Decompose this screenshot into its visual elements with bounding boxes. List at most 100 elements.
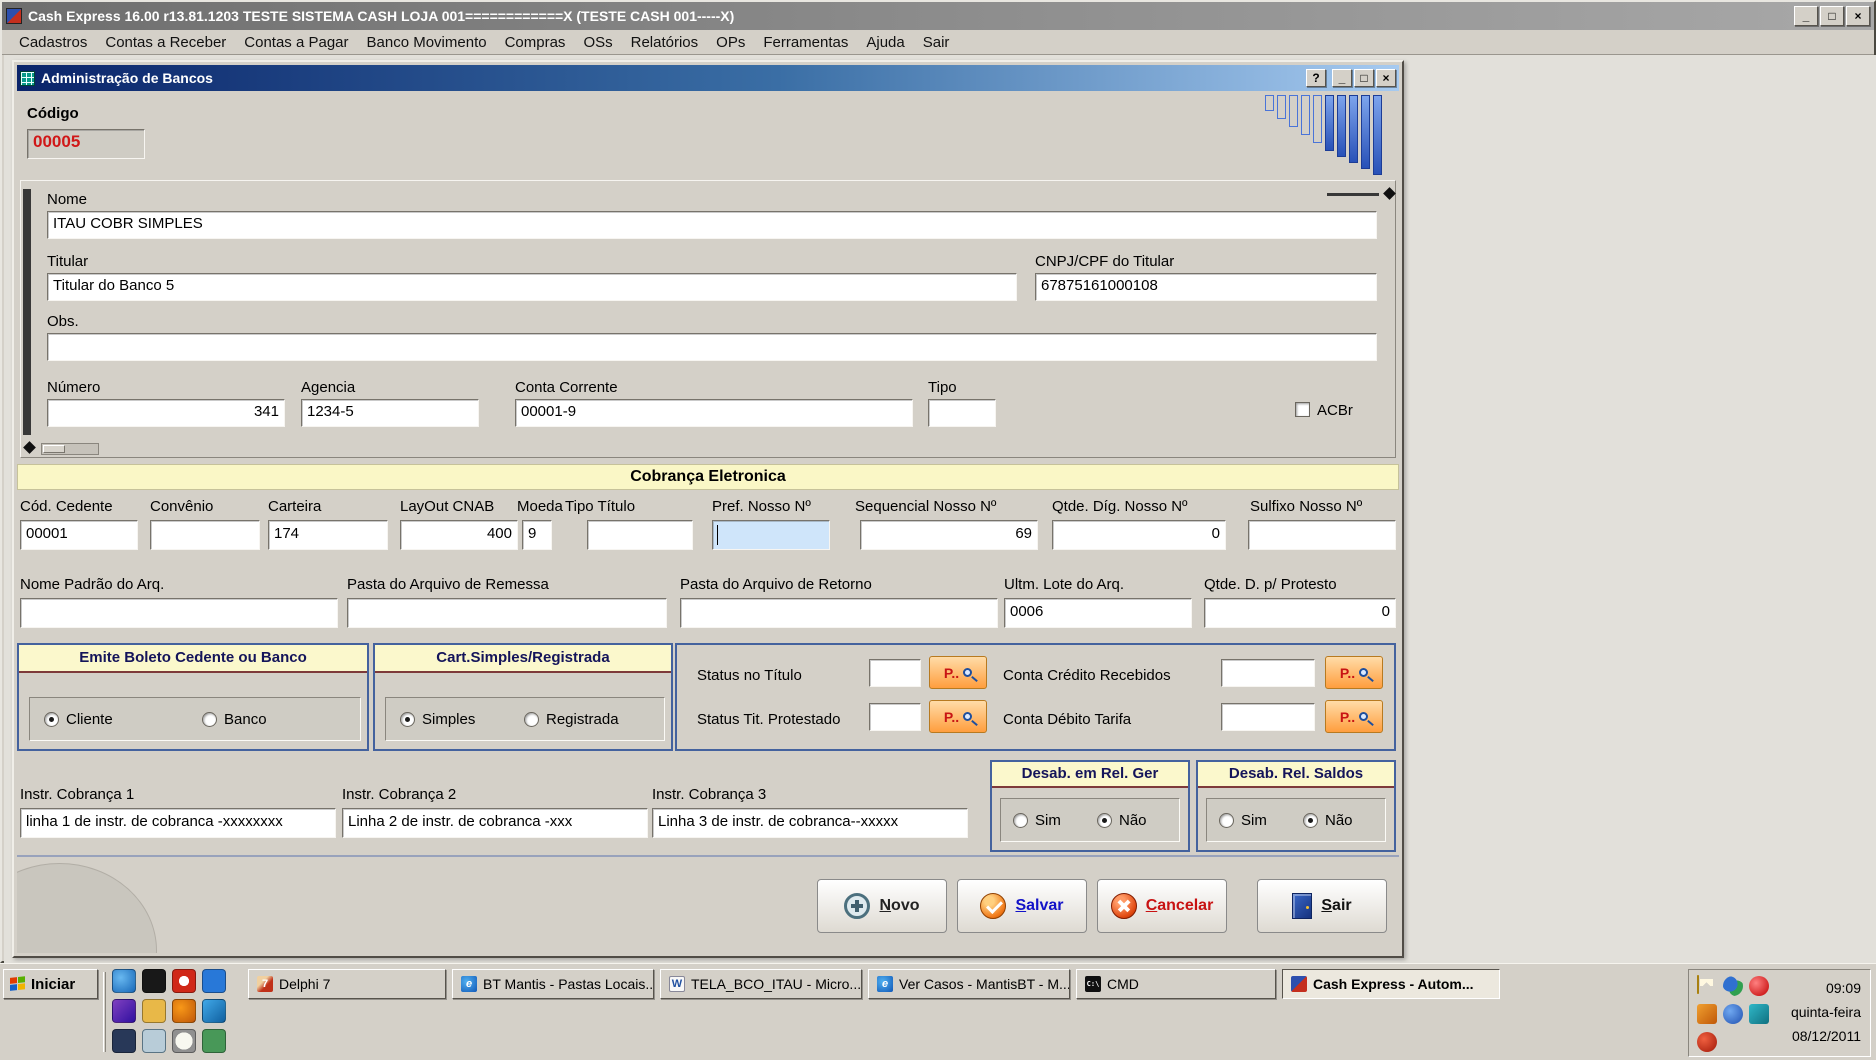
tray-teal-icon[interactable] bbox=[1749, 1004, 1769, 1024]
novo-button[interactable]: Novo bbox=[817, 879, 947, 933]
codigo-field[interactable]: 00005 bbox=[27, 129, 145, 159]
close-button[interactable]: × bbox=[1846, 6, 1870, 26]
cnpj-field[interactable]: 67875161000108 bbox=[1035, 273, 1377, 301]
tipo-titulo-field[interactable] bbox=[587, 520, 693, 550]
dialog-close-button[interactable]: × bbox=[1376, 69, 1396, 87]
menu-item-contas-a-pagar[interactable]: Contas a Pagar bbox=[235, 31, 357, 54]
radio-desab-rel-sim[interactable] bbox=[1013, 813, 1028, 828]
quicklaunch-player-icon[interactable] bbox=[172, 999, 196, 1023]
task-button-bt-mantis[interactable]: e BT Mantis - Pastas Locais... bbox=[452, 969, 654, 999]
mini-horizontal-scrollbar[interactable] bbox=[41, 443, 99, 455]
quicklaunch-divider[interactable] bbox=[103, 972, 106, 1052]
radio-simples[interactable] bbox=[400, 712, 415, 727]
salvar-button[interactable]: Salvar bbox=[957, 879, 1087, 933]
quicklaunch-cmd-icon[interactable] bbox=[142, 969, 166, 993]
lookup-conta-credito-button[interactable]: P.. bbox=[1325, 656, 1383, 689]
carteira-field[interactable]: 174 bbox=[268, 520, 388, 550]
radio-desab-rel-nao-label[interactable]: Não bbox=[1119, 812, 1147, 829]
quicklaunch-window-icon[interactable] bbox=[142, 1029, 166, 1053]
layout-cnab-field[interactable]: 400 bbox=[400, 520, 518, 550]
menu-item-compras[interactable]: Compras bbox=[496, 31, 575, 54]
quicklaunch-media-icon[interactable] bbox=[112, 999, 136, 1023]
radio-desab-rel-nao[interactable] bbox=[1097, 813, 1112, 828]
instr1-field[interactable]: linha 1 de instr. de cobranca -xxxxxxxx bbox=[20, 808, 336, 838]
radio-cliente-label[interactable]: Cliente bbox=[66, 711, 113, 728]
start-button[interactable]: Iniciar bbox=[3, 969, 98, 999]
task-button-cash-express[interactable]: Cash Express - Autom... bbox=[1282, 969, 1500, 999]
tray-users-icon[interactable] bbox=[1723, 976, 1743, 996]
sair-button[interactable]: Sair bbox=[1257, 879, 1387, 933]
quicklaunch-lifebuoy-icon[interactable] bbox=[172, 969, 196, 993]
moeda-field[interactable]: 9 bbox=[522, 520, 552, 550]
acbr-label[interactable]: ACBr bbox=[1317, 402, 1353, 419]
quicklaunch-folder-icon[interactable] bbox=[142, 999, 166, 1023]
radio-desab-saldos-sim-label[interactable]: Sim bbox=[1241, 812, 1267, 829]
menu-item-ferramentas[interactable]: Ferramentas bbox=[754, 31, 857, 54]
agencia-field[interactable]: 1234-5 bbox=[301, 399, 479, 427]
radio-registrada-label[interactable]: Registrada bbox=[546, 711, 619, 728]
menu-item-contas-a-receber[interactable]: Contas a Receber bbox=[96, 31, 235, 54]
pasta-retorno-field[interactable] bbox=[680, 598, 998, 628]
nome-padrao-field[interactable] bbox=[20, 598, 338, 628]
dialog-titlebar[interactable]: Administração de Bancos ? _ □ × bbox=[17, 65, 1399, 91]
main-titlebar[interactable]: Cash Express 16.00 r13.81.1203 TESTE SIS… bbox=[2, 2, 1874, 30]
status-protestado-field[interactable] bbox=[869, 703, 921, 731]
minimize-button[interactable]: _ bbox=[1794, 6, 1818, 26]
dialog-help-button[interactable]: ? bbox=[1306, 69, 1326, 87]
conta-debito-field[interactable] bbox=[1221, 703, 1315, 731]
menu-item-relatorios[interactable]: Relatórios bbox=[622, 31, 708, 54]
radio-desab-saldos-sim[interactable] bbox=[1219, 813, 1234, 828]
quicklaunch-globe-icon[interactable] bbox=[112, 969, 136, 993]
cod-cedente-field[interactable]: 00001 bbox=[20, 520, 138, 550]
sulfixo-field[interactable] bbox=[1248, 520, 1396, 550]
instr2-field[interactable]: Linha 2 de instr. de cobranca -xxx bbox=[342, 808, 648, 838]
radio-cliente[interactable] bbox=[44, 712, 59, 727]
instr3-field[interactable]: Linha 3 de instr. de cobranca--xxxxx bbox=[652, 808, 968, 838]
maximize-button[interactable]: □ bbox=[1820, 6, 1844, 26]
menu-item-sair[interactable]: Sair bbox=[914, 31, 959, 54]
quicklaunch-grid-icon[interactable] bbox=[202, 1029, 226, 1053]
scrollbar-thumb[interactable] bbox=[43, 445, 65, 453]
acbr-checkbox[interactable] bbox=[1295, 402, 1310, 417]
vertical-splitter[interactable] bbox=[23, 189, 31, 435]
menu-item-cadastros[interactable]: Cadastros bbox=[10, 31, 96, 54]
tray-mail-icon[interactable] bbox=[1697, 975, 1699, 994]
quicklaunch-messenger-icon[interactable] bbox=[202, 999, 226, 1023]
task-button-cmd[interactable]: C:\ CMD bbox=[1076, 969, 1276, 999]
conta-corrente-field[interactable]: 00001-9 bbox=[515, 399, 913, 427]
radio-desab-saldos-nao-label[interactable]: Não bbox=[1325, 812, 1353, 829]
task-button-ver-casos[interactable]: e Ver Casos - MantisBT - M... bbox=[868, 969, 1070, 999]
quicklaunch-moon-icon[interactable] bbox=[112, 1029, 136, 1053]
status-titulo-field[interactable] bbox=[869, 659, 921, 687]
cancelar-button[interactable]: Cancelar bbox=[1097, 879, 1227, 933]
ultm-lote-field[interactable]: 0006 bbox=[1004, 598, 1192, 628]
menu-item-oss[interactable]: OSs bbox=[574, 31, 621, 54]
nome-field[interactable]: ITAU COBR SIMPLES bbox=[47, 211, 1377, 239]
menu-item-ops[interactable]: OPs bbox=[707, 31, 754, 54]
menu-item-ajuda[interactable]: Ajuda bbox=[857, 31, 913, 54]
numero-field[interactable]: 341 bbox=[47, 399, 285, 427]
quicklaunch-clock-icon[interactable] bbox=[172, 1029, 196, 1053]
pasta-remessa-field[interactable] bbox=[347, 598, 667, 628]
dialog-minimize-button[interactable]: _ bbox=[1332, 69, 1352, 87]
quicklaunch-ie-icon[interactable] bbox=[202, 969, 226, 993]
tray-red-status-icon[interactable] bbox=[1749, 976, 1769, 996]
task-button-delphi[interactable]: 7 Delphi 7 bbox=[248, 969, 446, 999]
dialog-maximize-button[interactable]: □ bbox=[1354, 69, 1374, 87]
radio-simples-label[interactable]: Simples bbox=[422, 711, 475, 728]
seq-nosso-field[interactable]: 69 bbox=[860, 520, 1038, 550]
tray-red-ball-icon[interactable] bbox=[1697, 1032, 1717, 1052]
tipo-field[interactable] bbox=[928, 399, 996, 427]
radio-desab-saldos-nao[interactable] bbox=[1303, 813, 1318, 828]
tray-orange-icon[interactable] bbox=[1697, 1004, 1717, 1024]
qtde-dig-field[interactable]: 0 bbox=[1052, 520, 1226, 550]
menu-item-banco-movimento[interactable]: Banco Movimento bbox=[358, 31, 496, 54]
lookup-status-titulo-button[interactable]: P.. bbox=[929, 656, 987, 689]
radio-registrada[interactable] bbox=[524, 712, 539, 727]
radio-desab-rel-sim-label[interactable]: Sim bbox=[1035, 812, 1061, 829]
qtde-protesto-field[interactable]: 0 bbox=[1204, 598, 1396, 628]
pref-nosso-field[interactable] bbox=[712, 520, 830, 550]
conta-credito-field[interactable] bbox=[1221, 659, 1315, 687]
lookup-conta-debito-button[interactable]: P.. bbox=[1325, 700, 1383, 733]
titular-field[interactable]: Titular do Banco 5 bbox=[47, 273, 1017, 301]
